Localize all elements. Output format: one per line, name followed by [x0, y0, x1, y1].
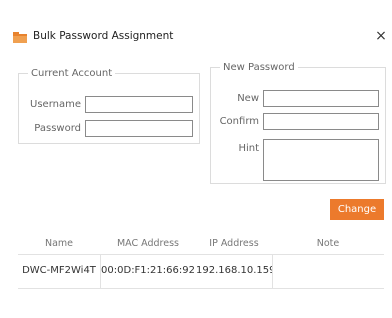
username-field[interactable] — [85, 96, 193, 113]
current-account-legend: Current Account — [31, 68, 113, 79]
confirm-password-label: Confirm — [219, 116, 259, 127]
column-header-ip-address[interactable]: IP Address — [196, 238, 272, 249]
cell-ip-address: 192.168.10.159 — [196, 254, 273, 288]
confirm-password-field[interactable] — [263, 113, 379, 130]
column-header-name[interactable]: Name — [18, 238, 100, 249]
table-row[interactable]: DWC-MF2Wi4T 00:0D:F1:21:66:92 192.168.10… — [18, 254, 384, 289]
new-password-label: New — [237, 93, 259, 104]
table-header: Name MAC Address IP Address Note — [18, 232, 384, 255]
column-header-mac-address[interactable]: MAC Address — [100, 238, 196, 249]
folder-icon — [13, 31, 27, 43]
username-label: Username — [30, 99, 81, 110]
change-button[interactable]: Change — [330, 199, 384, 220]
password-field[interactable] — [85, 120, 193, 137]
password-label: Password — [34, 123, 81, 134]
hint-label: Hint — [238, 143, 259, 154]
title-bar: Bulk Password Assignment × — [0, 22, 392, 52]
bulk-password-dialog: Bulk Password Assignment × Current Accou… — [0, 0, 392, 318]
device-table: Name MAC Address IP Address Note DWC-MF2… — [18, 232, 384, 318]
close-icon[interactable]: × — [372, 26, 390, 46]
cell-name: DWC-MF2Wi4T — [18, 254, 101, 288]
new-password-field[interactable] — [263, 90, 379, 107]
column-header-note[interactable]: Note — [272, 238, 384, 249]
cell-note — [272, 254, 384, 288]
new-password-group: New Password New Confirm Hint — [210, 62, 386, 184]
current-account-group: Current Account Username Password — [18, 68, 200, 144]
window-title: Bulk Password Assignment — [33, 30, 174, 42]
new-password-legend: New Password — [223, 62, 295, 73]
cell-mac-address: 00:0D:F1:21:66:92 — [101, 265, 195, 276]
hint-field[interactable] — [263, 139, 379, 181]
